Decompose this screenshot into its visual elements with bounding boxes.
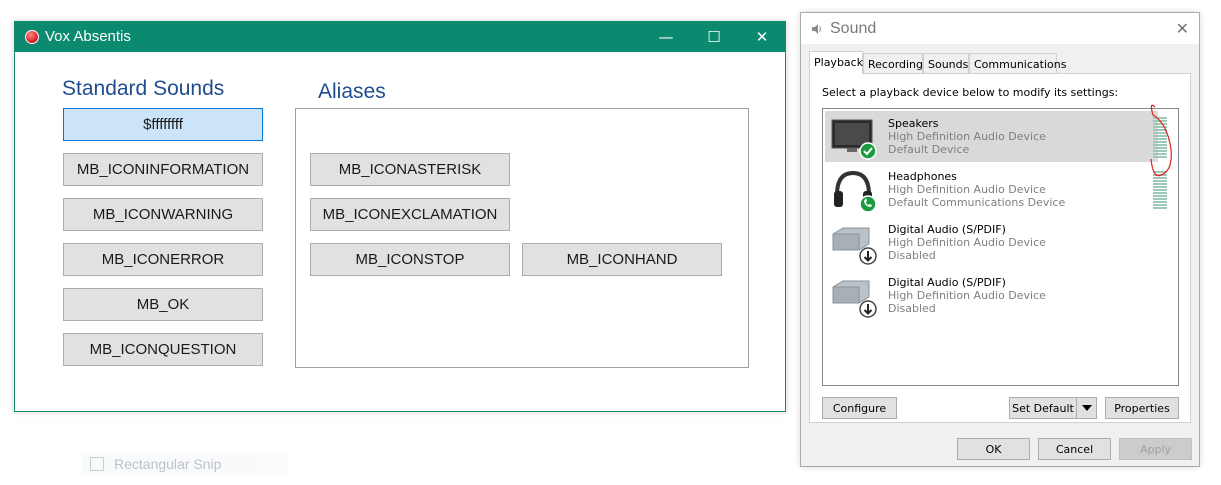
set-default-button[interactable]: Set Default [1009, 397, 1076, 419]
alias-button[interactable]: MB_ICONASTERISK [310, 153, 510, 186]
device-driver: High Definition Audio Device [888, 183, 1046, 196]
apply-button[interactable]: Apply [1119, 438, 1192, 460]
sound-title: Sound [830, 20, 877, 37]
window-title: Vox Absentis [45, 28, 131, 45]
device-status: Disabled [888, 249, 936, 262]
configure-button[interactable]: Configure [822, 397, 897, 419]
tab-playback[interactable]: Playback [809, 51, 863, 74]
device-item-spdif[interactable]: Digital Audio (S/PDIF) High Definition A… [825, 270, 1158, 321]
tab-sounds[interactable]: Sounds [923, 53, 969, 73]
maximize-button[interactable]: ☐ [691, 22, 737, 52]
spdif-icon [832, 280, 877, 318]
headphones-icon [834, 170, 877, 213]
device-item-headphones[interactable]: Headphones High Definition Audio Device … [825, 164, 1158, 215]
standard-sound-button[interactable]: $ffffffff [63, 108, 263, 141]
app-icon [25, 30, 39, 44]
device-item-spdif[interactable]: Digital Audio (S/PDIF) High Definition A… [825, 217, 1158, 268]
device-driver: High Definition Audio Device [888, 289, 1046, 302]
minimize-button[interactable]: — [643, 22, 689, 52]
alias-button[interactable]: MB_ICONHAND [522, 243, 722, 276]
speaker-monitor-icon [831, 119, 877, 160]
alias-button[interactable]: MB_ICONSTOP [310, 243, 510, 276]
ok-button[interactable]: OK [957, 438, 1030, 460]
aliases-group [295, 108, 749, 368]
device-driver: High Definition Audio Device [888, 130, 1046, 143]
device-name: Digital Audio (S/PDIF) [888, 223, 1006, 236]
tab-recording[interactable]: Recording [863, 53, 923, 73]
standard-sound-button[interactable]: MB_ICONERROR [63, 243, 263, 276]
standard-sound-button[interactable]: MB_ICONINFORMATION [63, 153, 263, 186]
sound-dialog: Sound ✕ Playback Recording Sounds Commun… [800, 12, 1200, 467]
alias-button[interactable]: MB_ICONEXCLAMATION [310, 198, 510, 231]
speaker-icon [812, 24, 821, 34]
tab-communications[interactable]: Communications [969, 53, 1066, 73]
device-name: Speakers [888, 117, 939, 130]
standard-sound-button[interactable]: MB_OK [63, 288, 263, 321]
red-annotation-mark [1150, 104, 1172, 177]
standard-sound-button[interactable]: MB_ICONQUESTION [63, 333, 263, 366]
standard-sound-button[interactable]: MB_ICONWARNING [63, 198, 263, 231]
device-status: Default Communications Device [888, 196, 1066, 209]
spdif-icon [832, 227, 877, 265]
instruction-text: Select a playback device below to modify… [822, 86, 1119, 99]
set-default-dropdown[interactable] [1076, 397, 1097, 419]
sound-title-bar[interactable]: Sound ✕ [801, 13, 1199, 44]
vox-absentis-window: Vox Absentis — ☐ ✕ Standard Sounds Alias… [14, 21, 786, 412]
close-button[interactable]: ✕ [1176, 19, 1189, 38]
device-list: Speakers High Definition Audio Device De… [822, 104, 1179, 386]
device-status: Disabled [888, 302, 936, 315]
standard-sounds-heading: Standard Sounds [62, 77, 225, 100]
cancel-button[interactable]: Cancel [1038, 438, 1111, 460]
device-name: Digital Audio (S/PDIF) [888, 276, 1006, 289]
close-button[interactable]: ✕ [739, 22, 785, 52]
device-driver: High Definition Audio Device [888, 236, 1046, 249]
aliases-heading: Aliases [318, 80, 386, 103]
title-bar[interactable]: Vox Absentis — ☐ ✕ [15, 22, 785, 52]
chevron-down-icon [1081, 405, 1092, 411]
snip-icon [90, 457, 104, 471]
snip-toolbar-ghost: Rectangular Snip [82, 453, 287, 475]
device-status: Default Device [888, 143, 970, 156]
device-name: Headphones [888, 170, 957, 183]
properties-button[interactable]: Properties [1105, 397, 1179, 419]
device-item-speakers[interactable]: Speakers High Definition Audio Device De… [825, 111, 1158, 162]
snip-label: Rectangular Snip [114, 456, 222, 472]
